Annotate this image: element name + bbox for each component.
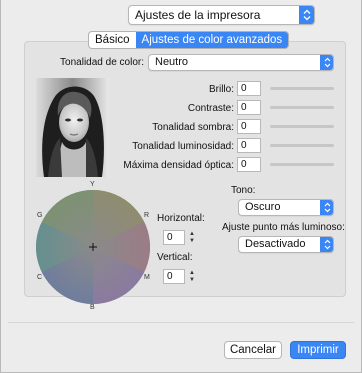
horizontal-field[interactable]: 0 bbox=[163, 230, 185, 245]
wheel-letter-m: M bbox=[144, 274, 150, 281]
highlight-point-select[interactable]: Desactivado bbox=[238, 236, 334, 253]
wheel-letter-b: B bbox=[90, 304, 95, 311]
tone-value: Oscuro bbox=[245, 201, 281, 213]
printer-settings-select[interactable]: Ajustes de la impresora bbox=[128, 5, 315, 25]
divider bbox=[8, 322, 354, 323]
brightness-field[interactable]: 0 bbox=[237, 81, 261, 96]
tab-bar: Básico Ajustes de color avanzados bbox=[88, 31, 290, 49]
horizontal-stepper[interactable]: ▲ ▼ bbox=[188, 229, 196, 246]
highlight-tone-label: Tonalidad luminosidad: bbox=[132, 141, 234, 152]
chevron-updown-icon bbox=[320, 55, 333, 70]
brightness-label: Brillo: bbox=[208, 84, 234, 95]
wheel-letter-c: C bbox=[37, 274, 43, 281]
chevron-updown-icon bbox=[299, 6, 314, 24]
contrast-label: Contraste: bbox=[187, 103, 234, 114]
chevron-updown-icon bbox=[320, 237, 333, 252]
wheel-letter-y: Y bbox=[90, 181, 95, 188]
horizontal-label: Horizontal: bbox=[157, 213, 205, 224]
tab-basic[interactable]: Básico bbox=[89, 32, 136, 48]
contrast-slider[interactable] bbox=[270, 100, 334, 114]
brightness-slider[interactable] bbox=[270, 81, 334, 95]
highlight-tone-slider[interactable] bbox=[270, 138, 334, 152]
color-tone-select[interactable]: Neutro bbox=[148, 54, 334, 71]
color-tone-label: Tonalidad de color: bbox=[60, 57, 144, 68]
tab-advanced-color[interactable]: Ajustes de color avanzados bbox=[135, 32, 289, 48]
chevron-up-icon[interactable]: ▲ bbox=[189, 270, 195, 277]
max-density-field[interactable]: 0 bbox=[237, 157, 261, 172]
chevron-updown-icon bbox=[320, 200, 333, 215]
sample-photo bbox=[36, 78, 109, 177]
highlight-point-label: Ajuste punto más luminoso: bbox=[222, 222, 345, 233]
chevron-up-icon[interactable]: ▲ bbox=[189, 231, 195, 238]
chevron-down-icon[interactable]: ▼ bbox=[189, 277, 195, 284]
tone-label: Tono: bbox=[231, 185, 256, 196]
printer-settings-label: Ajustes de la impresora bbox=[135, 8, 261, 22]
max-density-label: Máxima densidad óptica: bbox=[123, 160, 234, 171]
highlight-tone-field[interactable]: 0 bbox=[237, 138, 261, 153]
wheel-letter-g: G bbox=[37, 212, 43, 219]
color-wheel[interactable] bbox=[34, 188, 152, 306]
print-button[interactable]: Imprimir bbox=[290, 341, 346, 359]
chevron-down-icon[interactable]: ▼ bbox=[189, 238, 195, 245]
color-tone-value: Neutro bbox=[155, 56, 189, 68]
highlight-point-value: Desactivado bbox=[245, 238, 306, 250]
vertical-field[interactable]: 0 bbox=[163, 269, 185, 284]
cancel-button[interactable]: Cancelar bbox=[224, 341, 282, 359]
shadow-tone-field[interactable]: 0 bbox=[237, 119, 261, 134]
contrast-field[interactable]: 0 bbox=[237, 100, 261, 115]
max-density-slider[interactable] bbox=[270, 157, 334, 171]
shadow-tone-slider[interactable] bbox=[270, 119, 334, 133]
vertical-label: Vertical: bbox=[157, 252, 193, 263]
tone-select[interactable]: Oscuro bbox=[238, 199, 334, 216]
wheel-letter-r: R bbox=[144, 212, 150, 219]
shadow-tone-label: Tonalidad sombra: bbox=[152, 122, 234, 133]
vertical-stepper[interactable]: ▲ ▼ bbox=[188, 268, 196, 285]
